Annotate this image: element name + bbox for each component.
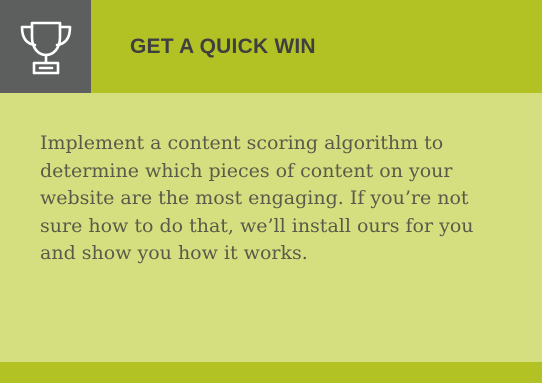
card-header: GET A QUICK WIN (0, 0, 542, 93)
trophy-icon (20, 21, 71, 74)
card-title: GET A QUICK WIN (130, 35, 316, 58)
card-body-text: Implement a content scoring algorithm to… (40, 132, 474, 264)
quick-win-card: GET A QUICK WIN Implement a content scor… (0, 0, 542, 383)
footer-bar (0, 362, 542, 383)
icon-box (0, 0, 91, 93)
